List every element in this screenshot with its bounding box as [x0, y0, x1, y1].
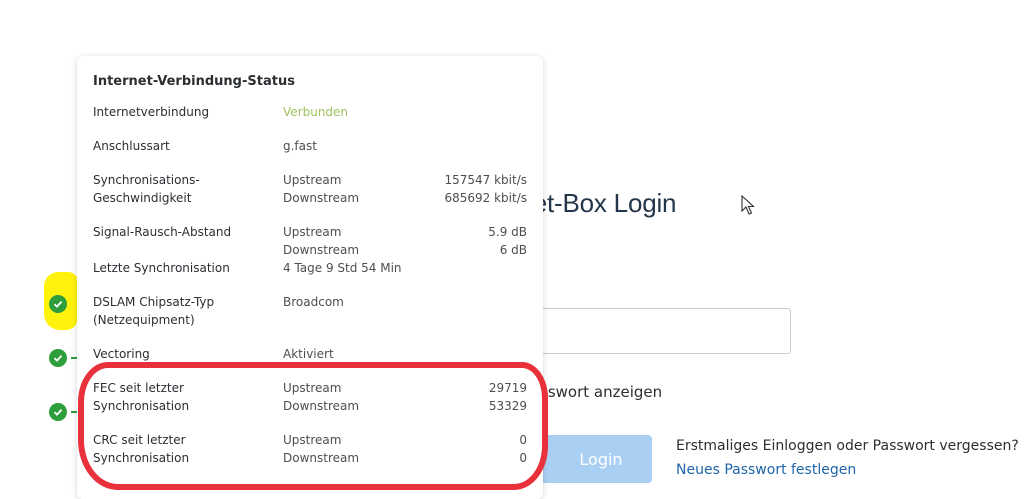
last-sync-label: Letzte Synchronisation — [93, 261, 230, 275]
dslam-label-2: (Netzequipment) — [93, 313, 195, 327]
crc-label-2: Synchronisation — [93, 451, 190, 465]
check-circle-icon — [49, 403, 67, 421]
crc-up-label: Upstream — [283, 433, 342, 447]
vectoring-label: Vectoring — [93, 347, 150, 361]
snr-down-value: 6 dB — [499, 243, 527, 257]
crc-up-value: 0 — [519, 433, 527, 447]
dslam-label-1: DSLAM Chipsatz-Typ — [93, 295, 215, 309]
first-login-text: Erstmaliges Einloggen oder Passwort verg… — [676, 438, 1019, 454]
connection-status-popup: Internet-Verbindung-Status Internetverbi… — [77, 56, 543, 499]
vectoring-value: Aktiviert — [283, 347, 334, 361]
fec-down-label: Downstream — [283, 399, 360, 413]
mouse-cursor-icon — [741, 194, 755, 219]
fec-up-label: Upstream — [283, 381, 342, 395]
show-password-label[interactable]: sswort anzeigen — [540, 383, 662, 401]
sync-speed-up-label: Upstream — [283, 173, 342, 187]
password-input[interactable] — [520, 308, 791, 354]
connection-type-value: g.fast — [283, 139, 317, 153]
last-sync-value: 4 Tage 9 Std 54 Min — [283, 261, 402, 275]
fec-label-1: FEC seit letzter — [93, 381, 184, 395]
snr-up-value: 5.9 dB — [488, 225, 527, 239]
sync-speed-down-label: Downstream — [283, 191, 360, 205]
fec-down-value: 53329 — [488, 399, 527, 413]
snr-label: Signal-Rausch-Abstand — [93, 225, 232, 239]
fec-label-2: Synchronisation — [93, 399, 190, 413]
fec-up-value: 29719 — [488, 381, 527, 395]
snr-down-label: Downstream — [283, 243, 360, 257]
check-circle-icon — [49, 349, 67, 367]
login-button-label: Login — [579, 449, 623, 469]
crc-label-1: CRC seit letzter — [93, 433, 186, 447]
sync-speed-label-2: Geschwindigkeit — [93, 191, 192, 205]
check-circle-icon — [49, 295, 67, 313]
new-password-link[interactable]: Neues Passwort festlegen — [676, 462, 856, 478]
crc-down-label: Downstream — [283, 451, 360, 465]
connection-type-label: Anschlussart — [93, 139, 170, 153]
internet-label: Internetverbindung — [93, 105, 210, 119]
popup-title: Internet-Verbindung-Status — [93, 74, 295, 89]
internet-value: Verbunden — [283, 105, 349, 119]
dslam-value: Broadcom — [283, 295, 344, 309]
sync-speed-down-value: 685692 kbit/s — [444, 191, 527, 205]
crc-down-value: 0 — [519, 451, 527, 465]
sync-speed-label-1: Synchronisations- — [93, 173, 200, 187]
snr-up-label: Upstream — [283, 225, 342, 239]
sync-speed-up-value: 157547 kbit/s — [444, 173, 527, 187]
